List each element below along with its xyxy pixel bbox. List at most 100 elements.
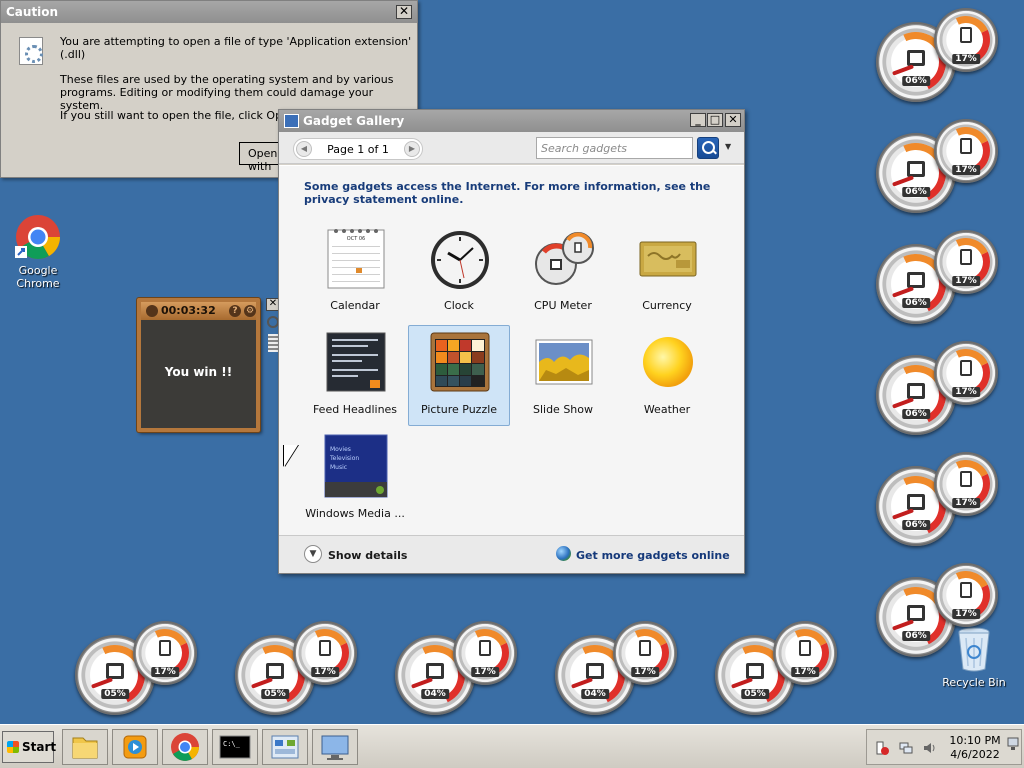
show-details-button[interactable]: Show details <box>328 549 407 562</box>
feed-icon <box>326 332 386 392</box>
memory-dial: 17% <box>934 119 998 183</box>
cpu-meter-icon <box>535 232 594 285</box>
gadget-currency[interactable]: Currency <box>616 221 718 322</box>
chevron-down-circle-icon[interactable]: ▼ <box>304 545 322 563</box>
cpu-meter-gadget[interactable]: 05% 17% <box>75 621 199 717</box>
memory-dial: 17% <box>934 8 998 72</box>
chrome-icon <box>15 215 60 259</box>
gadget-cpu-meter[interactable]: CPU Meter <box>512 221 614 322</box>
drag-handle-icon[interactable] <box>268 334 278 352</box>
memory-usage: 17% <box>791 667 819 677</box>
gallery-titlebar[interactable]: Gadget Gallery _ □ ✕ <box>279 110 744 132</box>
cpu-usage: 06% <box>902 187 930 197</box>
processor-icon <box>907 272 925 288</box>
processor-icon <box>907 605 925 621</box>
taskbar-explorer[interactable] <box>62 729 108 765</box>
svg-text:C:\_: C:\_ <box>223 740 241 748</box>
start-button[interactable]: Start <box>2 731 57 763</box>
cpu-meter-gadget[interactable]: 06% 17% <box>876 230 1000 326</box>
gallery-toolbar: ◀ Page 1 of 1 ▶ Search gadgets ▼ <box>279 132 744 164</box>
taskbar-control-panel[interactable] <box>262 729 308 765</box>
network-icon[interactable] <box>899 741 913 755</box>
search-input[interactable]: Search gadgets <box>536 137 693 159</box>
memory-dial: 17% <box>934 341 998 405</box>
gadget-weather[interactable]: Weather <box>616 325 718 426</box>
privacy-notice[interactable]: Some gadgets access the Internet. For mo… <box>304 180 724 206</box>
taskbar-chrome[interactable] <box>162 729 208 765</box>
cpu-usage: 05% <box>101 689 129 699</box>
gallery-title: Gadget Gallery <box>303 114 405 128</box>
close-button[interactable]: ✕ <box>725 113 741 127</box>
cpu-meter-gadget[interactable]: 06% 17% <box>876 119 1000 215</box>
taskbar-media-player[interactable] <box>112 729 158 765</box>
gadget-slide-show[interactable]: Slide Show <box>512 325 614 426</box>
timer-time: 00:03:32 <box>161 304 216 317</box>
memory-dial: 17% <box>453 621 517 685</box>
processor-icon <box>746 663 764 679</box>
memory-dial: 17% <box>773 621 837 685</box>
search-icon[interactable] <box>697 137 719 159</box>
globe-icon <box>556 546 571 561</box>
cpu-meter-gadget[interactable]: 06% 17% <box>876 341 1000 437</box>
timer-gadget[interactable]: 00:03:32 ? ⚙ You win !! <box>137 298 260 432</box>
caution-titlebar[interactable]: Caution ✕ <box>1 1 417 23</box>
desktop-icon-google-chrome[interactable]: Google Chrome <box>0 214 78 290</box>
calendar-month: OCT 06 <box>347 236 365 242</box>
minimize-button[interactable]: _ <box>690 113 706 127</box>
gadget-name: Slide Show <box>532 403 594 416</box>
cpu-meter-gadget[interactable]: 06% 17% <box>876 563 1000 659</box>
show-desktop-icon[interactable] <box>1007 737 1019 753</box>
cpu-usage: 06% <box>902 298 930 308</box>
gadget-name: Calendar <box>330 299 380 312</box>
memory-usage: 17% <box>471 667 499 677</box>
memory-icon <box>159 640 171 656</box>
taskbar-remote-desktop[interactable] <box>312 729 358 765</box>
cpu-usage: 06% <box>902 631 930 641</box>
gadget-name: Picture Puzzle <box>420 403 498 416</box>
maximize-button[interactable]: □ <box>707 113 723 127</box>
chevron-down-icon[interactable]: ▼ <box>725 142 731 151</box>
cpu-meter-gadget[interactable]: 05% 17% <box>235 621 359 717</box>
system-tray: 10:10 PM 4/6/2022 <box>866 729 1022 765</box>
cpu-meter-gadget[interactable]: 04% 17% <box>395 621 519 717</box>
cpu-meter-gadget[interactable]: 05% 17% <box>715 621 839 717</box>
memory-usage: 17% <box>952 54 980 64</box>
help-icon[interactable]: ? <box>229 305 241 317</box>
memory-dial: 17% <box>133 621 197 685</box>
memory-usage: 17% <box>631 667 659 677</box>
memory-icon <box>960 582 972 598</box>
action-center-icon[interactable] <box>875 741 889 755</box>
gadget-picture-puzzle[interactable]: Picture Puzzle <box>408 325 510 426</box>
gadget-calendar[interactable]: OCT 06 Calendar <box>304 221 406 322</box>
get-more-gadgets-link[interactable]: Get more gadgets online <box>576 549 730 562</box>
gadget-name: Feed Headlines <box>312 403 398 416</box>
mouse-pointer-icon <box>284 445 298 467</box>
tray-clock[interactable]: 10:10 PM 4/6/2022 <box>947 734 1003 762</box>
cpu-meter-gadget[interactable]: 04% 17% <box>555 621 679 717</box>
memory-icon <box>799 640 811 656</box>
memory-dial: 17% <box>934 563 998 627</box>
memory-usage: 17% <box>952 387 980 397</box>
caution-close-button[interactable]: ✕ <box>396 5 412 19</box>
control-panel-icon <box>271 735 299 759</box>
cpu-meter-gadget[interactable]: 06% 17% <box>876 452 1000 548</box>
gadget-clock[interactable]: Clock <box>408 221 510 322</box>
gadget-windows-media-center[interactable]: Movies Television Music Windows Media ..… <box>304 429 406 530</box>
cpu-meter-gadget[interactable]: 06% 17% <box>876 8 1000 104</box>
timer-back-icon[interactable] <box>146 305 158 317</box>
volume-icon[interactable] <box>923 741 937 755</box>
media-line: Television <box>329 455 359 462</box>
page-navigator: ◀ Page 1 of 1 ▶ <box>293 138 423 160</box>
taskbar-command-prompt[interactable]: C:\_ <box>212 729 258 765</box>
currency-icon <box>639 241 697 277</box>
gadget-name: Windows Media ... <box>305 507 405 520</box>
caution-message-1: You are attempting to open a file of typ… <box>60 35 412 61</box>
memory-dial: 17% <box>293 621 357 685</box>
gadget-feed-headlines[interactable]: Feed Headlines <box>304 325 406 426</box>
cpu-usage: 06% <box>902 76 930 86</box>
start-label: Start <box>22 740 57 754</box>
memory-icon <box>639 640 651 656</box>
next-page-icon[interactable]: ▶ <box>404 141 420 157</box>
gear-icon[interactable]: ⚙ <box>244 305 256 317</box>
processor-icon <box>907 161 925 177</box>
